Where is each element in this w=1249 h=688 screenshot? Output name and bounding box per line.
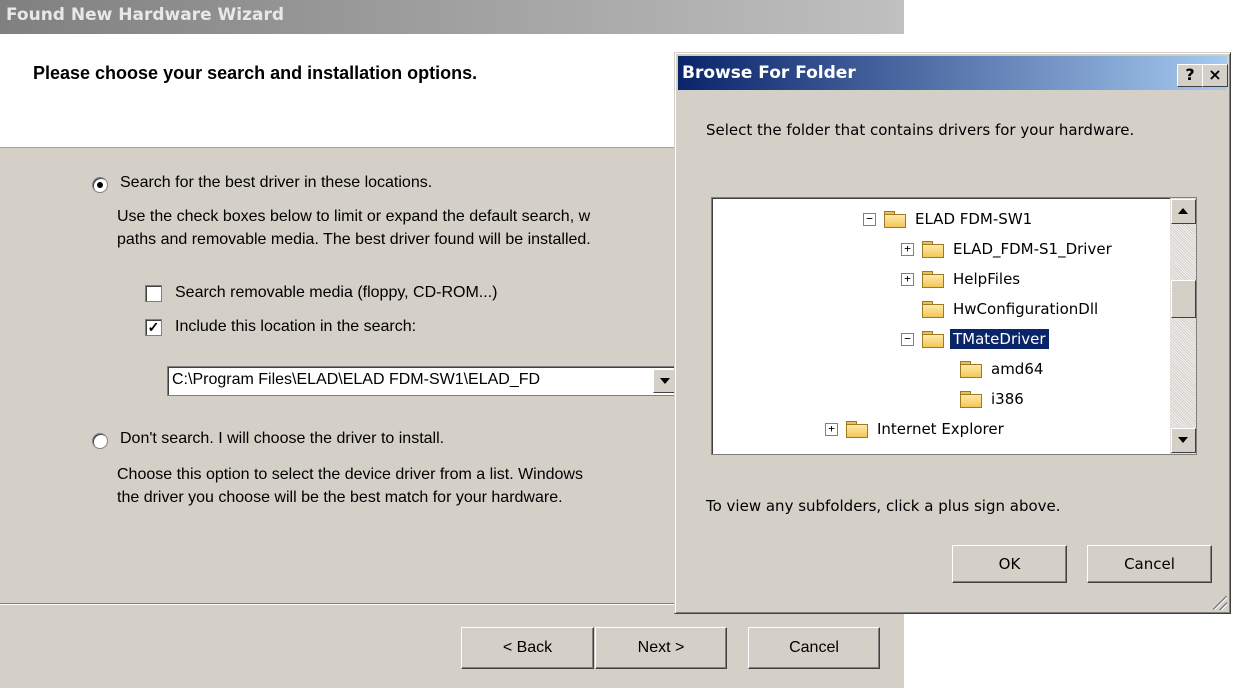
browse-instruction: Select the folder that contains drivers … bbox=[706, 121, 1135, 139]
dont-search-radio[interactable] bbox=[92, 433, 108, 449]
tree-item-label[interactable]: amd64 bbox=[988, 359, 1046, 379]
folder-icon bbox=[922, 331, 944, 348]
search-locations-radio[interactable] bbox=[92, 177, 108, 193]
tree-item[interactable]: i386 bbox=[939, 386, 1027, 412]
scroll-up-icon[interactable] bbox=[1171, 199, 1196, 224]
browse-title-bar[interactable]: Browse For Folder ? × bbox=[678, 56, 1228, 90]
folder-tree[interactable]: − ELAD FDM-SW1 + ELAD_FDM-S1_Driver + He… bbox=[711, 197, 1197, 455]
include-location-checkbox[interactable]: ✓ bbox=[145, 319, 162, 336]
folder-icon bbox=[884, 211, 906, 228]
tree-item-label[interactable]: ELAD_FDM-S1_Driver bbox=[950, 239, 1115, 259]
tree-item-label[interactable]: HwConfigurationDll bbox=[950, 299, 1101, 319]
folder-icon bbox=[922, 301, 944, 318]
close-icon[interactable]: × bbox=[1202, 64, 1228, 87]
tree-item[interactable]: HwConfigurationDll bbox=[901, 296, 1101, 322]
tree-scrollbar[interactable] bbox=[1170, 198, 1196, 454]
browse-title: Browse For Folder bbox=[682, 63, 856, 83]
cancel-button[interactable]: Cancel bbox=[748, 627, 880, 669]
tree-item-label[interactable]: i386 bbox=[988, 389, 1027, 409]
page-title: Please choose your search and installati… bbox=[33, 63, 478, 83]
folder-icon bbox=[922, 241, 944, 258]
browse-cancel-button[interactable]: Cancel bbox=[1087, 545, 1212, 583]
folder-icon bbox=[960, 361, 982, 378]
tree-item[interactable]: + HelpFiles bbox=[901, 266, 1023, 292]
expand-icon[interactable]: + bbox=[901, 242, 914, 256]
tree-item-label[interactable]: TMateDriver bbox=[949, 328, 1050, 350]
tree-item-label[interactable]: Internet Explorer bbox=[874, 419, 1007, 439]
tree-item[interactable]: + ELAD_FDM-S1_Driver bbox=[901, 236, 1115, 262]
expand-icon[interactable]: + bbox=[825, 422, 838, 436]
location-value[interactable]: C:\Program Files\ELAD\ELAD FDM-SW1\ELAD_… bbox=[172, 371, 540, 389]
removable-media-checkbox[interactable] bbox=[145, 285, 162, 302]
location-combobox[interactable]: C:\Program Files\ELAD\ELAD FDM-SW1\ELAD_… bbox=[167, 366, 680, 396]
search-desc-line2: paths and removable media. The best driv… bbox=[117, 231, 591, 248]
wizard-title-bar[interactable]: Found New Hardware Wizard bbox=[0, 0, 904, 34]
browse-folder-dialog: Browse For Folder ? × Select the folder … bbox=[674, 52, 1231, 614]
tree-item[interactable]: − ELAD FDM-SW1 bbox=[863, 206, 1035, 232]
scroll-down-icon[interactable] bbox=[1171, 428, 1196, 453]
tree-item-label[interactable]: ELAD FDM-SW1 bbox=[912, 209, 1035, 229]
removable-media-label: Search removable media (floppy, CD-ROM..… bbox=[175, 284, 498, 301]
tree-item[interactable]: amd64 bbox=[939, 356, 1046, 382]
browse-hint: To view any subfolders, click a plus sig… bbox=[706, 497, 1061, 515]
dont-search-desc-line1: Choose this option to select the device … bbox=[117, 466, 583, 483]
tree-item-selected[interactable]: − TMateDriver bbox=[901, 326, 1050, 352]
folder-icon bbox=[922, 271, 944, 288]
include-location-label: Include this location in the search: bbox=[175, 318, 417, 335]
dont-search-desc-line2: the driver you choose will be the best m… bbox=[117, 489, 563, 506]
collapse-icon[interactable]: − bbox=[863, 212, 876, 226]
tree-item[interactable]: + Internet Explorer bbox=[825, 416, 1007, 442]
search-locations-label: Search for the best driver in these loca… bbox=[120, 174, 433, 191]
wizard-title: Found New Hardware Wizard bbox=[6, 5, 285, 25]
next-button[interactable]: Next > bbox=[595, 627, 727, 669]
dont-search-label: Don't search. I will choose the driver t… bbox=[120, 430, 445, 447]
tree-item-label[interactable]: HelpFiles bbox=[950, 269, 1023, 289]
folder-icon bbox=[960, 391, 982, 408]
collapse-icon[interactable]: − bbox=[901, 332, 914, 346]
back-button[interactable]: < Back bbox=[461, 627, 594, 669]
scroll-thumb[interactable] bbox=[1171, 280, 1196, 318]
expand-icon[interactable]: + bbox=[901, 272, 914, 286]
ok-button[interactable]: OK bbox=[952, 545, 1067, 583]
folder-icon bbox=[846, 421, 868, 438]
resize-grip-icon[interactable] bbox=[1213, 596, 1227, 610]
search-desc-line1: Use the check boxes below to limit or ex… bbox=[117, 208, 591, 225]
help-icon[interactable]: ? bbox=[1177, 64, 1203, 87]
